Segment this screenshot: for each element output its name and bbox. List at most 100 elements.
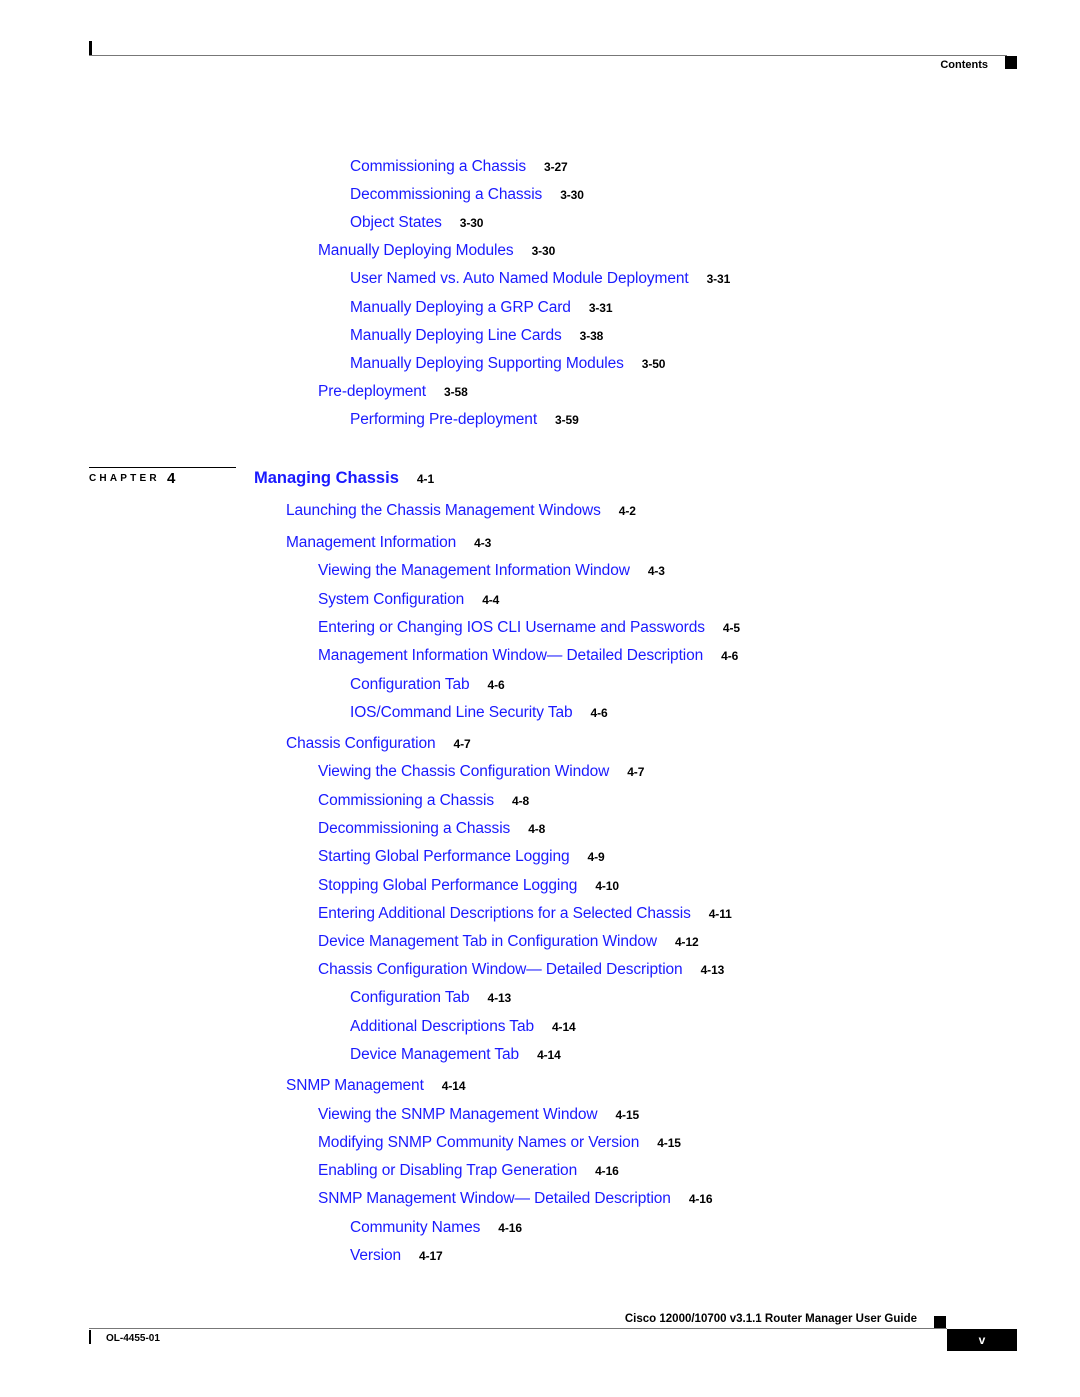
toc-entry[interactable]: Community Names 4-16 (350, 1219, 522, 1237)
toc-entry-page: 4-6 (487, 678, 505, 692)
toc-entry[interactable]: Management Information Window— Detailed … (318, 647, 738, 665)
toc-entry-title[interactable]: Manually Deploying a GRP Card (350, 299, 571, 316)
toc-entry[interactable]: Configuration Tab 4-13 (350, 989, 511, 1007)
toc-entry[interactable]: Object States 3-30 (350, 214, 483, 232)
toc-entry[interactable]: Launching the Chassis Management Windows… (286, 502, 636, 520)
toc-entry-title[interactable]: IOS/Command Line Security Tab (350, 704, 573, 721)
toc-entry-title[interactable]: Device Management Tab (350, 1046, 519, 1063)
doc-number: OL-4455-01 (106, 1333, 160, 1344)
toc-entry[interactable]: Modifying SNMP Community Names or Versio… (318, 1134, 681, 1152)
toc-entry-page: 3-30 (531, 244, 556, 258)
toc-entry[interactable]: Enabling or Disabling Trap Generation 4-1… (318, 1162, 619, 1180)
toc-entry-title[interactable]: Commissioning a Chassis (318, 792, 494, 809)
toc-entry[interactable]: IOS/Command Line Security Tab 4-6 (350, 704, 608, 722)
toc-entry-title[interactable]: Configuration Tab (350, 989, 470, 1006)
toc-entry[interactable]: Manually Deploying a GRP Card 3-31 (350, 299, 613, 317)
toc-entry[interactable]: Additional Descriptions Tab 4-14 (350, 1018, 576, 1036)
toc-entry-page: 4-15 (615, 1108, 640, 1122)
toc-entry[interactable]: Device Management Tab 4-14 (350, 1046, 561, 1064)
toc-entry[interactable]: Decommissioning a Chassis 4-8 (318, 820, 545, 838)
toc-entry-page: 4-15 (657, 1136, 681, 1150)
chapter-label: CHAPTER (89, 473, 160, 484)
toc-entry[interactable]: Commissioning a Chassis 3-27 (350, 158, 568, 176)
toc-entry[interactable]: Chassis Configuration 4-7 (286, 735, 471, 753)
toc-entry[interactable]: SNMP Management Window— Detailed Descrip… (318, 1190, 713, 1208)
chapter-title-link[interactable]: Managing Chassis 4-1 (254, 469, 434, 488)
toc-entry-title[interactable]: Entering or Changing IOS CLI Username an… (318, 619, 705, 636)
toc-entry[interactable]: Commissioning a Chassis 4-8 (318, 792, 529, 810)
toc-entry-page: 3-58 (444, 385, 468, 399)
toc-entry-page: 4-12 (674, 935, 699, 949)
toc-entry[interactable]: Stopping Global Performance Logging 4-10 (318, 877, 619, 895)
toc-entry[interactable]: Entering Additional Descriptions for a S… (318, 905, 732, 923)
toc-entry-title[interactable]: Device Management Tab in Configuration W… (318, 933, 657, 950)
toc-entry[interactable]: System Configuration 4-4 (318, 591, 499, 609)
toc-entry-title[interactable]: Pre-deployment (318, 383, 426, 400)
toc-entry-title[interactable]: Decommissioning a Chassis (318, 820, 510, 837)
toc-entry-title[interactable]: Manually Deploying Line Cards (350, 327, 562, 344)
toc-entry[interactable]: Viewing the SNMP Management Window 4-15 (318, 1106, 639, 1124)
toc-entry-page: 4-11 (708, 907, 732, 921)
toc-entry-title[interactable]: Commissioning a Chassis (350, 158, 526, 175)
toc-entry-title[interactable]: SNMP Management (286, 1077, 424, 1094)
toc-entry[interactable]: Viewing the Management Information Windo… (318, 562, 665, 580)
header-rule (89, 55, 1007, 56)
toc-entry[interactable]: Viewing the Chassis Configuration Window… (318, 763, 644, 781)
toc-entry[interactable]: Manually Deploying Line Cards 3-38 (350, 327, 603, 345)
toc-entry-page: 4-6 (590, 706, 608, 720)
toc-entry-title[interactable]: Stopping Global Performance Logging (318, 877, 577, 894)
toc-entry-title[interactable]: Viewing the Management Information Windo… (318, 562, 630, 579)
toc-entry[interactable]: Pre-deployment 3-58 (318, 383, 468, 401)
toc-entry-title[interactable]: SNMP Management Window— Detailed Descrip… (318, 1190, 671, 1207)
toc-entry[interactable]: Manually Deploying Supporting Modules 3-5… (350, 355, 665, 373)
toc-entry[interactable]: Decommissioning a Chassis 3-30 (350, 186, 584, 204)
toc-entry-title[interactable]: Entering Additional Descriptions for a S… (318, 905, 691, 922)
toc-entry-page: 4-16 (595, 1164, 619, 1178)
toc-entry-title[interactable]: Object States (350, 214, 442, 231)
toc-entry-page: 3-27 (544, 160, 568, 174)
toc-entry-title[interactable]: User Named vs. Auto Named Module Deploym… (350, 270, 689, 287)
toc-entry-title[interactable]: Configuration Tab (350, 676, 470, 693)
toc-entry-title[interactable]: Management Information (286, 534, 456, 551)
toc-entry-title[interactable]: Decommissioning a Chassis (350, 186, 542, 203)
toc-entry-page: 4-14 (537, 1048, 561, 1062)
toc-entry[interactable]: SNMP Management 4-14 (286, 1077, 466, 1095)
toc-entry-title[interactable]: Manually Deploying Supporting Modules (350, 355, 624, 372)
toc-entry[interactable]: Configuration Tab 4-6 (350, 676, 505, 694)
toc-entry-title[interactable]: Version (350, 1247, 401, 1264)
toc-entry-page: 4-16 (498, 1221, 522, 1235)
toc-entry-page: 4-13 (700, 963, 725, 977)
toc-entry-title[interactable]: Manually Deploying Modules (318, 242, 514, 259)
page-number: v (947, 1329, 1017, 1351)
toc-entry-page: 4-17 (419, 1249, 443, 1263)
toc-entry-title[interactable]: Chassis Configuration Window— Detailed D… (318, 961, 683, 978)
toc-entry-title[interactable]: Viewing the SNMP Management Window (318, 1106, 598, 1123)
toc-entry[interactable]: Starting Global Performance Logging 4-9 (318, 848, 605, 866)
toc-entry-page: 4-8 (528, 822, 546, 836)
toc-entry-title[interactable]: Community Names (350, 1219, 480, 1236)
toc-entry-title[interactable]: Launching the Chassis Management Windows (286, 502, 601, 519)
toc-entry[interactable]: Device Management Tab in Configuration W… (318, 933, 699, 951)
toc-entry-title[interactable]: Viewing the Chassis Configuration Window (318, 763, 609, 780)
toc-entry[interactable]: Management Information 4-3 (286, 534, 491, 552)
toc-entry[interactable]: Chassis Configuration Window— Detailed D… (318, 961, 724, 979)
toc-entry[interactable]: User Named vs. Auto Named Module Deploym… (350, 270, 730, 288)
toc-entry-title[interactable]: System Configuration (318, 591, 464, 608)
toc-entry-page: 4-7 (627, 765, 645, 779)
header-tick (89, 41, 92, 56)
toc-entry[interactable]: Entering or Changing IOS CLI Username an… (318, 619, 740, 637)
toc-entry-page: 4-10 (595, 879, 619, 893)
toc-entry-page: 4-14 (441, 1079, 466, 1093)
toc-entry-page: 4-5 (722, 621, 740, 635)
toc-entry-title[interactable]: Management Information Window— Detailed … (318, 647, 703, 664)
toc-entry-title[interactable]: Performing Pre-deployment (350, 411, 537, 428)
toc-entry[interactable]: Performing Pre-deployment 3-59 (350, 411, 579, 429)
toc-entry-title[interactable]: Modifying SNMP Community Names or Versio… (318, 1134, 639, 1151)
toc-entry-title[interactable]: Enabling or Disabling Trap Generation (318, 1162, 577, 1179)
toc-entry[interactable]: Version 4-17 (350, 1247, 443, 1265)
toc-entry[interactable]: Manually Deploying Modules 3-30 (318, 242, 555, 260)
toc-entry-page: 3-30 (560, 188, 584, 202)
toc-entry-title[interactable]: Chassis Configuration (286, 735, 436, 752)
toc-entry-title[interactable]: Additional Descriptions Tab (350, 1018, 534, 1035)
toc-entry-title[interactable]: Starting Global Performance Logging (318, 848, 570, 865)
